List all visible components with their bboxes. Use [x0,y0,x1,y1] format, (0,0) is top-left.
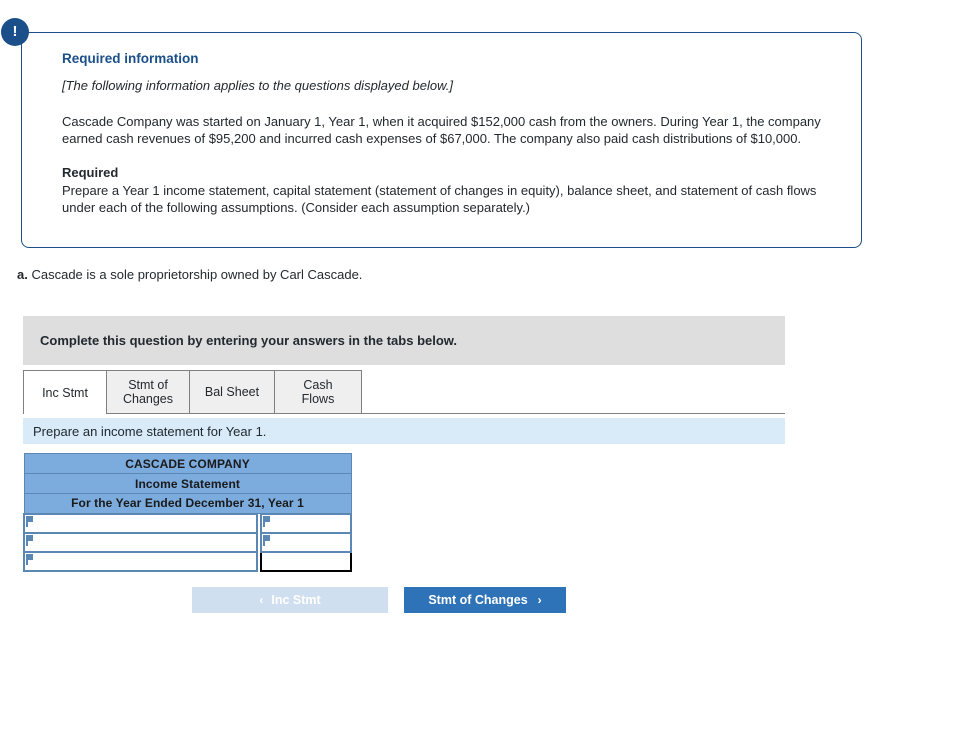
statement-period: For the Year Ended December 31, Year 1 [23,493,352,514]
tab-stmt-of-changes[interactable]: Stmt of Changes [106,370,190,413]
required-text: Prepare a Year 1 income statement, capit… [62,183,817,215]
tab-cash-flows-label: Cash Flows [301,378,335,406]
tab-prompt-text: Prepare an income statement for Year 1. [33,423,267,439]
income-statement-table: CASCADE COMPANY Income Statement For the… [23,453,352,572]
answer-tabs: Inc Stmt Stmt of Changes Bal Sheet Cash … [23,370,785,414]
tab-prompt: Prepare an income statement for Year 1. [23,418,785,444]
prev-inc-stmt-button[interactable]: ‹ Inc Stmt [192,587,388,613]
prev-button-label: Inc Stmt [271,593,321,607]
statement-header-row-1: CASCADE COMPANY [23,453,352,474]
complete-question-banner: Complete this question by entering your … [23,316,785,365]
required-label: Required [62,165,119,180]
table-row [23,531,352,553]
statement-title: Income Statement [23,473,352,494]
statement-amount-input-1[interactable] [260,512,352,534]
statement-header-row-2: Income Statement [23,473,352,494]
cell-marker-icon [26,553,33,565]
next-stmt-of-changes-button[interactable]: Stmt of Changes › [404,587,566,613]
next-button-label: Stmt of Changes [428,593,528,607]
cell-marker-icon [26,534,33,546]
statement-label-input-2[interactable] [23,531,258,553]
statement-header-row-3: For the Year Ended December 31, Year 1 [23,493,352,514]
tab-inc-stmt[interactable]: Inc Stmt [23,370,107,414]
tab-bal-sheet-label: Bal Sheet [204,385,260,399]
tab-inc-stmt-label: Inc Stmt [42,385,88,400]
required-information-title: Required information [62,51,199,66]
complete-question-text: Complete this question by entering your … [40,333,458,348]
statement-company-name: CASCADE COMPANY [23,453,352,474]
chevron-left-icon: ‹ [259,593,264,607]
tab-stmt-of-changes-label: Stmt of Changes [122,378,174,406]
chevron-right-icon: › [537,593,542,607]
cell-marker-icon [26,515,33,527]
statement-amount-input-2[interactable] [260,531,352,553]
statement-label-input-1[interactable] [23,512,258,534]
required-information-body: Required information [The following info… [21,32,862,248]
exclamation-icon: ! [1,18,29,46]
assumption-text: Cascade is a sole proprietorship owned b… [31,267,363,282]
required-information-card: ! Required information [The following in… [1,18,862,248]
scenario-paragraph: Cascade Company was started on January 1… [62,114,821,146]
table-row [23,512,352,534]
tab-bal-sheet[interactable]: Bal Sheet [189,370,275,413]
cell-marker-icon [263,515,270,527]
table-row [23,550,352,572]
required-information-note: [The following information applies to th… [62,78,453,93]
statement-total-amount-input[interactable] [260,550,352,572]
statement-label-input-3[interactable] [23,550,258,572]
assumption-line: a. Cascade is a sole proprietorship owne… [17,267,362,282]
assumption-letter: a. [17,267,28,282]
cell-marker-icon [263,534,270,546]
tab-cash-flows[interactable]: Cash Flows [274,370,362,413]
